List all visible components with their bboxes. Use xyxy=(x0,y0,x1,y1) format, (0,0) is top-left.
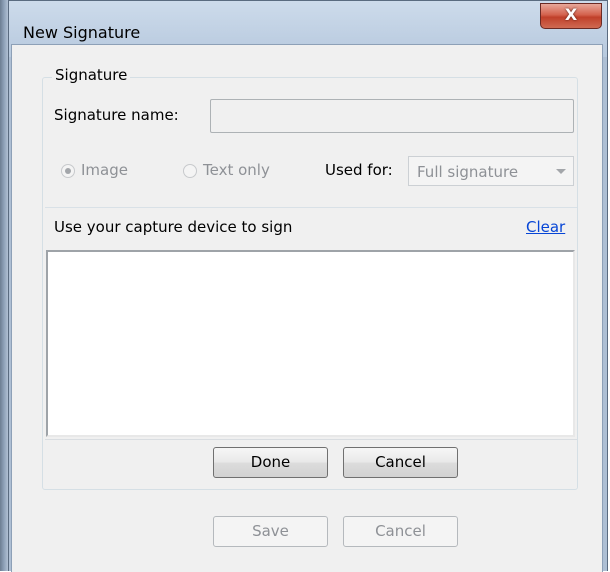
new-signature-dialog: New Signature X Signature Signature name… xyxy=(8,0,608,572)
used-for-label: Used for: xyxy=(325,161,393,179)
used-for-dropdown[interactable]: Full signature xyxy=(408,156,574,186)
panel-divider xyxy=(45,439,577,440)
used-for-selected-value: Full signature xyxy=(417,163,519,181)
text-only-radio[interactable] xyxy=(183,164,197,178)
image-radio[interactable] xyxy=(61,164,75,178)
text-only-radio-label: Text only xyxy=(203,161,270,179)
signature-name-label: Signature name: xyxy=(54,106,179,124)
dialog-title: New Signature xyxy=(23,23,141,42)
signature-name-input[interactable] xyxy=(210,99,574,133)
clear-link[interactable]: Clear xyxy=(526,218,565,236)
cancel-button[interactable]: Cancel xyxy=(343,516,458,547)
image-radio-label: Image xyxy=(81,161,128,179)
dialog-body: Signature Signature name: Image Text onl… xyxy=(11,44,603,572)
signature-capture-area[interactable] xyxy=(46,250,575,437)
close-icon: X xyxy=(564,5,578,24)
capture-cancel-button[interactable]: Cancel xyxy=(343,447,458,478)
close-button[interactable]: X xyxy=(540,3,602,29)
capture-instruction: Use your capture device to sign xyxy=(54,218,293,236)
chevron-down-icon xyxy=(556,169,566,174)
signature-group-label: Signature xyxy=(52,66,131,84)
done-button[interactable]: Done xyxy=(213,447,328,478)
radio-selected-dot xyxy=(65,168,71,174)
save-button[interactable]: Save xyxy=(213,516,328,547)
